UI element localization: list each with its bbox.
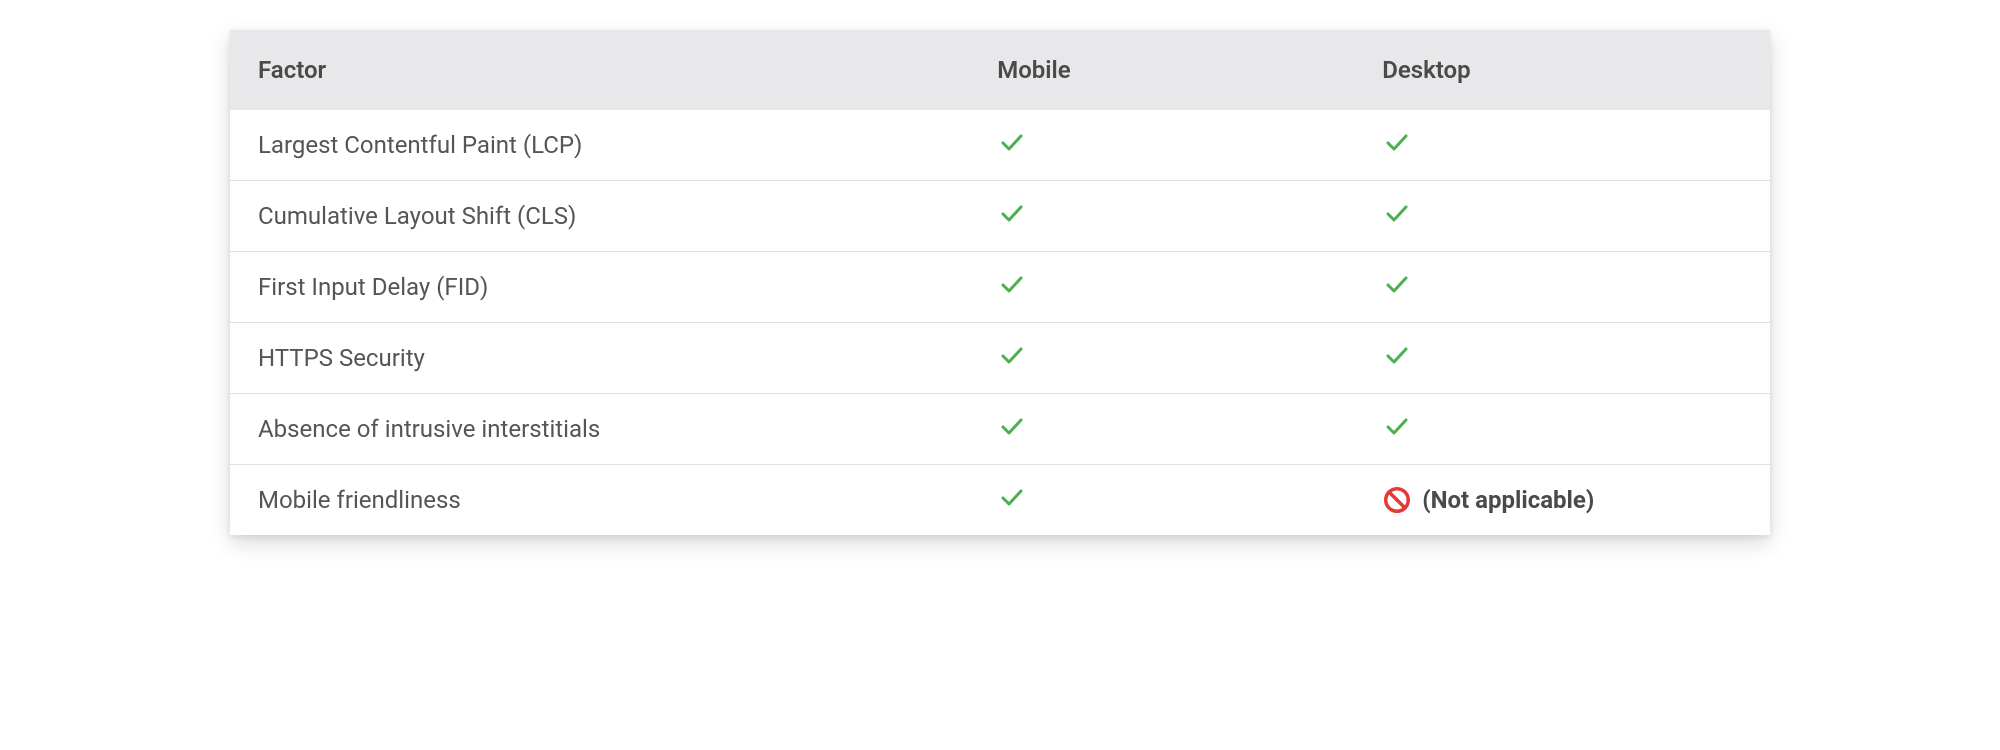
cell-mobile — [969, 110, 1354, 181]
cell-mobile — [969, 465, 1354, 536]
cell-factor: Cumulative Layout Shift (CLS) — [230, 181, 969, 252]
table-row: Cumulative Layout Shift (CLS) — [230, 181, 1770, 252]
na-label: (Not applicable) — [1422, 486, 1594, 514]
cell-factor: Mobile friendliness — [230, 465, 969, 536]
cell-mobile — [969, 394, 1354, 465]
header-factor: Factor — [230, 30, 969, 110]
checkmark-icon — [997, 130, 1027, 154]
header-mobile: Mobile — [969, 30, 1354, 110]
table-row: First Input Delay (FID) — [230, 252, 1770, 323]
prohibit-icon — [1382, 485, 1412, 515]
checkmark-icon — [1382, 343, 1412, 367]
checkmark-icon — [997, 343, 1027, 367]
checkmark-icon — [997, 272, 1027, 296]
cell-factor: Absence of intrusive interstitials — [230, 394, 969, 465]
cell-factor: First Input Delay (FID) — [230, 252, 969, 323]
cell-desktop — [1354, 323, 1770, 394]
checkmark-icon — [1382, 130, 1412, 154]
checkmark-icon — [997, 485, 1027, 509]
table-header-row: Factor Mobile Desktop — [230, 30, 1770, 110]
cell-factor: Largest Contentful Paint (LCP) — [230, 110, 969, 181]
table-row: Mobile friendliness (Not applicable) — [230, 465, 1770, 536]
cell-desktop: (Not applicable) — [1354, 465, 1770, 536]
checkmark-icon — [1382, 272, 1412, 296]
checkmark-icon — [997, 414, 1027, 438]
cell-desktop — [1354, 252, 1770, 323]
cell-desktop — [1354, 394, 1770, 465]
cell-factor: HTTPS Security — [230, 323, 969, 394]
checkmark-icon — [1382, 201, 1412, 225]
factors-table: Factor Mobile Desktop Largest Contentful… — [230, 30, 1770, 535]
table-row: Largest Contentful Paint (LCP) — [230, 110, 1770, 181]
table-row: HTTPS Security — [230, 323, 1770, 394]
cell-mobile — [969, 323, 1354, 394]
cell-desktop — [1354, 110, 1770, 181]
checkmark-icon — [1382, 414, 1412, 438]
na-cell: (Not applicable) — [1382, 485, 1742, 515]
checkmark-icon — [997, 201, 1027, 225]
cell-mobile — [969, 181, 1354, 252]
factors-table-container: Factor Mobile Desktop Largest Contentful… — [230, 30, 1770, 535]
header-desktop: Desktop — [1354, 30, 1770, 110]
cell-desktop — [1354, 181, 1770, 252]
cell-mobile — [969, 252, 1354, 323]
table-row: Absence of intrusive interstitials — [230, 394, 1770, 465]
